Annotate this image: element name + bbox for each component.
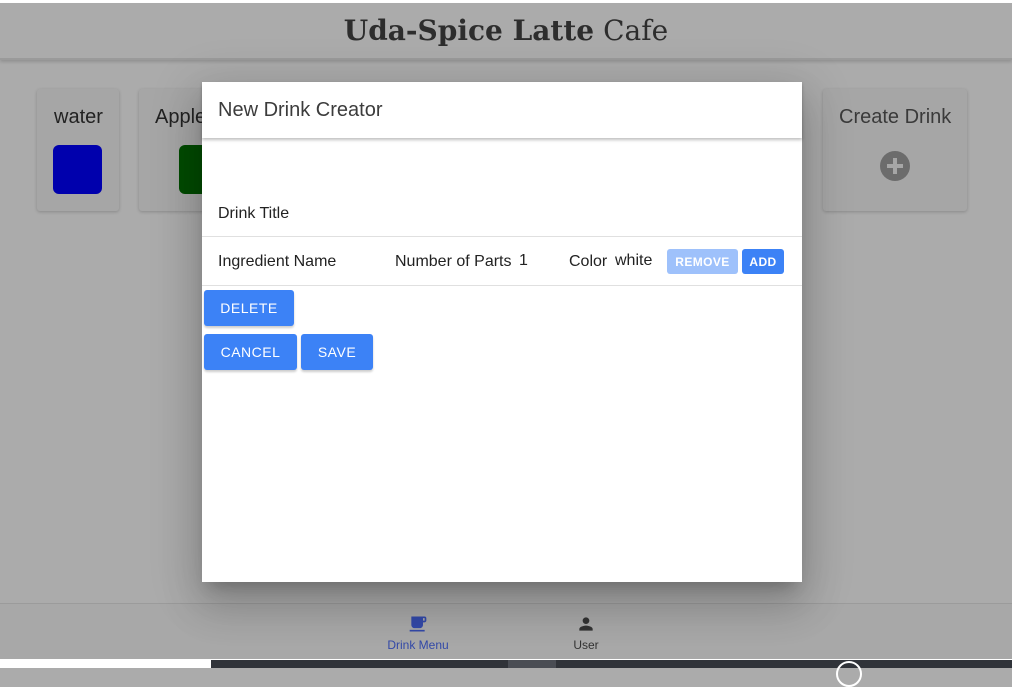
new-drink-dialog: New Drink Creator Drink Title Ingredient… [202, 82, 802, 582]
taskbar-dark-area [211, 660, 1012, 668]
color-label: Color [569, 253, 608, 270]
taskbar-circle-icon[interactable] [836, 661, 862, 687]
taskbar-item[interactable] [508, 660, 556, 668]
add-ingredient-button[interactable]: ADD [742, 249, 784, 274]
app-title-light: Cafe [603, 14, 669, 47]
color-input[interactable]: white [615, 252, 652, 270]
nav-label: Drink Menu [387, 638, 449, 652]
delete-button[interactable]: DELETE [204, 290, 294, 326]
remove-ingredient-button[interactable]: REMOVE [667, 249, 738, 274]
number-of-parts-label: Number of Parts [395, 253, 512, 270]
drink-card-title: Apple [155, 106, 207, 128]
nav-drink-menu[interactable]: Drink Menu [368, 604, 468, 660]
drink-card-water[interactable]: water [37, 89, 119, 211]
drink-title-field[interactable]: Drink Title [218, 205, 289, 223]
divider [202, 236, 802, 237]
create-drink-title: Create Drink [839, 106, 952, 128]
dialog-title: New Drink Creator [218, 98, 383, 121]
cancel-button[interactable]: CANCEL [204, 334, 297, 370]
plus-circle-icon[interactable] [880, 151, 910, 181]
dialog-header: New Drink Creator [202, 82, 802, 138]
save-button[interactable]: SAVE [301, 334, 373, 370]
ingredient-name-field[interactable]: Ingredient Name [218, 253, 336, 271]
app-header: Uda-Spice Latte Cafe [0, 3, 1012, 60]
divider [202, 285, 802, 286]
create-drink-card[interactable]: Create Drink [823, 89, 967, 211]
drink-color-swatch [53, 145, 102, 194]
drink-card-title: water [54, 106, 103, 128]
app-title-bold: Uda-Spice Latte [343, 14, 595, 47]
bottom-navigation: Drink Menu User [0, 603, 1012, 660]
coffee-cup-icon [409, 616, 427, 632]
number-of-parts-input[interactable]: 1 [519, 252, 528, 270]
person-icon [579, 617, 593, 631]
nav-user[interactable]: User [536, 604, 636, 660]
nav-label: User [573, 638, 599, 652]
os-taskbar [0, 659, 1012, 687]
